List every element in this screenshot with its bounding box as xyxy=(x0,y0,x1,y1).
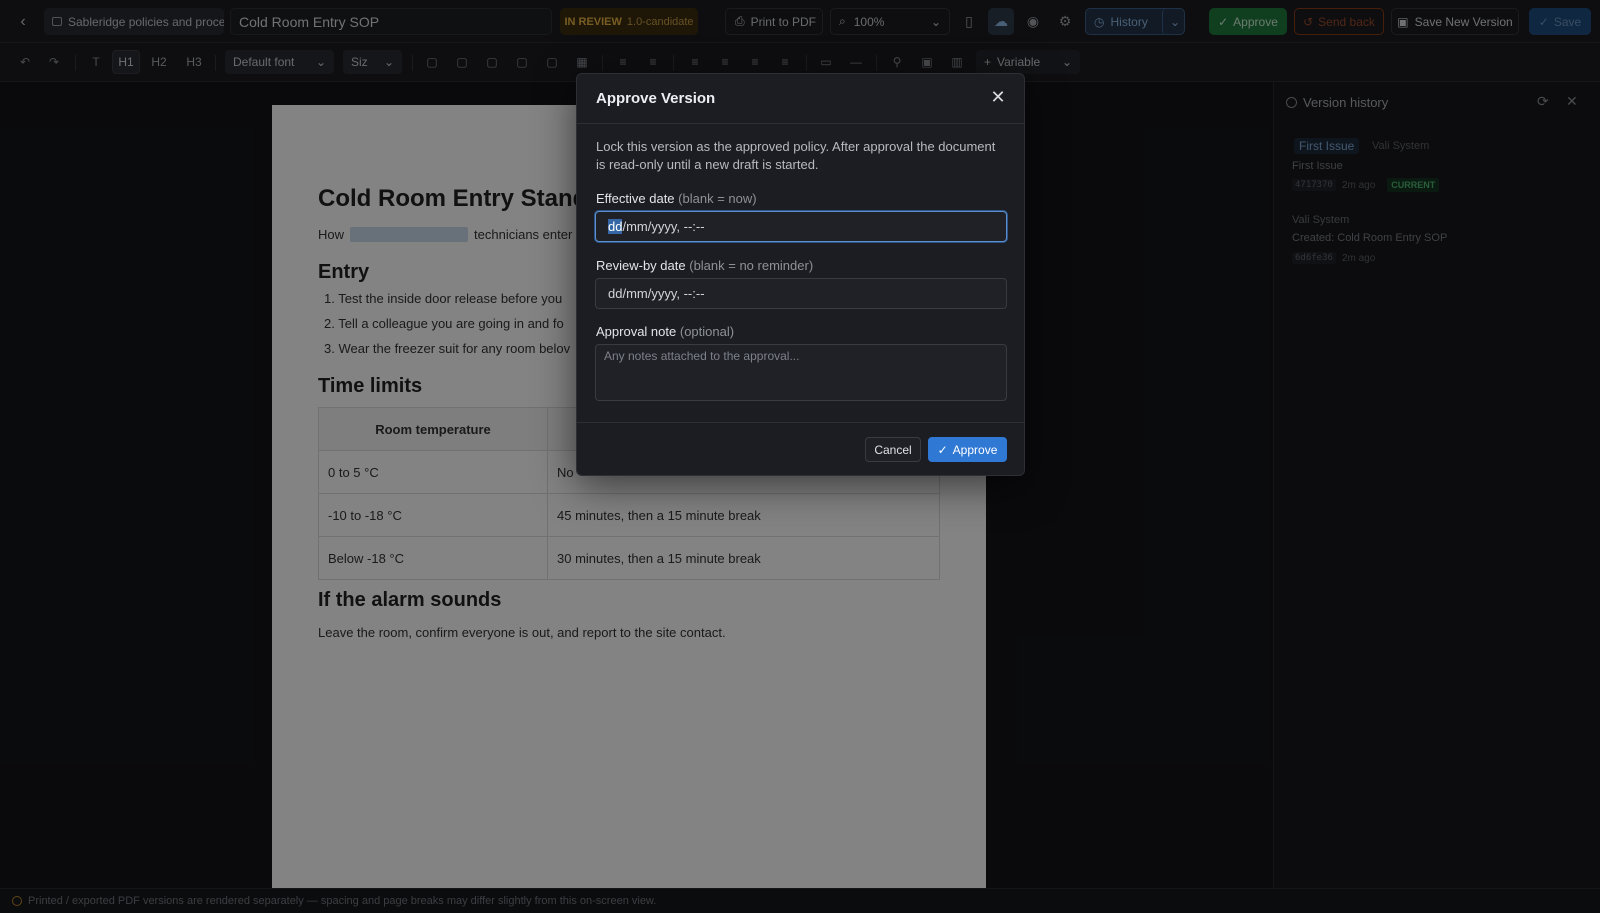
dialog-footer-divider xyxy=(577,422,1024,423)
approve-label: Approve xyxy=(952,442,998,457)
effective-date-label: Effective date (blank = now) xyxy=(596,191,757,206)
review-by-date-input[interactable]: dd/mm/yyyy, --:-- xyxy=(595,278,1007,309)
effective-date-input[interactable]: dd/mm/yyyy, --:-- xyxy=(595,211,1007,242)
review-by-date-label: Review-by date (blank = no reminder) xyxy=(596,258,813,273)
dialog-header: Approve Version ✕ xyxy=(577,74,1024,124)
approval-note-textarea[interactable]: Any notes attached to the approval... xyxy=(595,344,1007,401)
day-segment[interactable]: dd xyxy=(608,219,623,234)
field-label: Review-by date xyxy=(596,258,686,273)
approval-note-label: Approval note (optional) xyxy=(596,324,734,339)
cancel-button[interactable]: Cancel xyxy=(865,437,921,462)
field-label: Approval note xyxy=(596,324,677,339)
field-label: Effective date xyxy=(596,191,675,206)
dialog-description: Lock this version as the approved policy… xyxy=(596,139,996,172)
dialog-title: Approve Version xyxy=(596,90,716,107)
field-hint: (blank = no reminder) xyxy=(689,258,814,273)
close-icon[interactable]: ✕ xyxy=(988,87,1008,107)
check-icon: ✓ xyxy=(937,442,948,457)
field-hint: (blank = now) xyxy=(678,191,757,206)
date-rest: /mm/yyyy, --:-- xyxy=(622,219,705,234)
field-hint: (optional) xyxy=(679,324,735,339)
approve-version-dialog: Approve Version ✕ Lock this version as t… xyxy=(576,73,1025,476)
confirm-approve-button[interactable]: ✓ Approve xyxy=(928,437,1007,462)
